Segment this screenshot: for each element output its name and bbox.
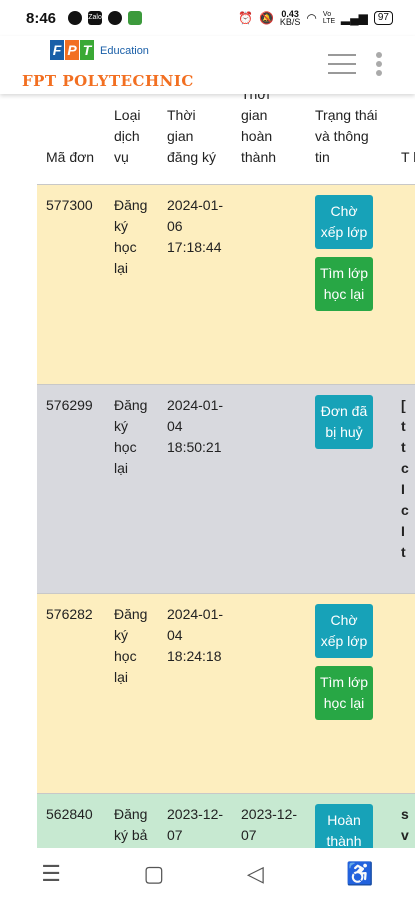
more-options-icon[interactable]: [376, 52, 384, 79]
col-header-service: Loại dịch vụ: [105, 94, 158, 185]
system-nav-bar: ☰ ▢ ◁ ♿: [0, 848, 415, 900]
cell-registered: 2024-01-04 18:50:21: [158, 384, 232, 594]
clock: 8:46: [26, 9, 57, 27]
status-waiting-button[interactable]: Chờ xếp lớp: [315, 195, 373, 249]
cell-service: Đăng ký bả: [105, 793, 158, 848]
col-header-status: Trạng thái và thông tin: [306, 94, 392, 185]
accessibility-icon[interactable]: ♿: [346, 861, 373, 887]
status-completed-button[interactable]: Hoàn thành: [315, 804, 373, 848]
status-waiting-button[interactable]: Chờ xếp lớp: [315, 604, 373, 658]
alarm-icon: ⏰: [238, 11, 253, 25]
cell-service: Đăng ký học lại: [105, 384, 158, 594]
table-row: 576282 Đăng ký học lại 2024-01-04 18:24:…: [37, 593, 415, 794]
cell-registered: 2024-01-04 18:24:18: [158, 593, 232, 794]
app-green-icon: [128, 11, 143, 25]
col-header-registered: Thời gian đăng ký: [158, 94, 232, 185]
cell-registered: 2023-12-07 08:42:40: [158, 793, 232, 848]
cell-status: Chờ xếp lớp Tìm lớp học lại: [306, 593, 392, 794]
col-header-completed: Thời gian hoàn thành: [232, 94, 306, 185]
cell-completed: [232, 593, 306, 794]
cell-registered: 2024-01-06 17:18:44: [158, 184, 232, 385]
fpt-logo[interactable]: F P T: [50, 40, 94, 60]
cell-extra: [392, 593, 415, 794]
cell-id: 562840: [37, 793, 105, 848]
home-icon[interactable]: ▢: [144, 861, 165, 887]
app-header: F P T Education FPT POLYTECHNIC: [0, 36, 415, 94]
volte-icon: Vo LTE: [322, 11, 336, 25]
zalo-icon: Zalo: [88, 11, 103, 25]
cell-extra: s v: [392, 793, 415, 848]
back-icon[interactable]: ◁: [247, 861, 264, 887]
recent-apps-icon[interactable]: ☰: [41, 861, 61, 887]
battery-icon: 97: [373, 11, 393, 25]
cell-id: 576299: [37, 384, 105, 594]
brand-name: FPT POLYTECHNIC: [22, 72, 194, 90]
find-class-button[interactable]: Tìm lớp học lại: [315, 666, 373, 720]
net-speed: 0.43 KB/S: [279, 9, 301, 27]
cell-service: Đăng ký học lại: [105, 184, 158, 385]
cell-status: Chờ xếp lớp Tìm lớp học lại: [306, 184, 392, 385]
cell-status: Hoàn thành: [306, 793, 392, 848]
table-header-row: Mã đơn Loại dịch vụ Thời gian đăng ký Th…: [37, 94, 415, 185]
cell-completed: [232, 384, 306, 594]
logo-letter-t: T: [80, 40, 94, 60]
menu-icon[interactable]: [328, 54, 356, 76]
status-bar: 8:46 Zalo ⏰ 🔕 0.43 KB/S ◠ Vo LTE ▂▄▆ 97: [0, 0, 415, 36]
cell-id: 577300: [37, 184, 105, 385]
table-row: 576299 Đăng ký học lại 2024-01-04 18:50:…: [37, 384, 415, 594]
signal-icon: ▂▄▆: [340, 11, 368, 25]
logo-letter-f: F: [50, 40, 64, 60]
status-cancelled-button[interactable]: Đơn đã bị huỷ: [315, 395, 373, 449]
logo-letter-p: P: [65, 40, 79, 60]
table-row: 562840 Đăng ký bả 2023-12-07 08:42:40 20…: [37, 793, 415, 848]
messenger-icon: [108, 11, 123, 25]
orders-table-container[interactable]: Mã đơn Loại dịch vụ Thời gian đăng ký Th…: [0, 94, 415, 848]
wifi-icon: ◠: [306, 11, 317, 25]
orders-table: Mã đơn Loại dịch vụ Thời gian đăng ký Th…: [37, 94, 415, 848]
cell-status: Đơn đã bị huỷ: [306, 384, 392, 594]
app-notification-icon: [68, 11, 83, 25]
cell-completed: 2023-12-07 09:25:50: [232, 793, 306, 848]
table-row: 577300 Đăng ký học lại 2024-01-06 17:18:…: [37, 184, 415, 385]
cell-extra: [ t t c I c I t: [392, 384, 415, 594]
col-header-id: Mã đơn: [37, 94, 105, 185]
status-icons: ⏰ 🔕 0.43 KB/S ◠ Vo LTE ▂▄▆ 97: [238, 9, 393, 27]
logo-subtitle: Education: [100, 45, 149, 57]
col-header-extra: T b: [392, 94, 415, 185]
cell-id: 576282: [37, 593, 105, 794]
cell-extra: [392, 184, 415, 385]
mute-icon: 🔕: [258, 11, 274, 25]
cell-completed: [232, 184, 306, 385]
find-class-button[interactable]: Tìm lớp học lại: [315, 257, 373, 311]
cell-service: Đăng ký học lại: [105, 593, 158, 794]
